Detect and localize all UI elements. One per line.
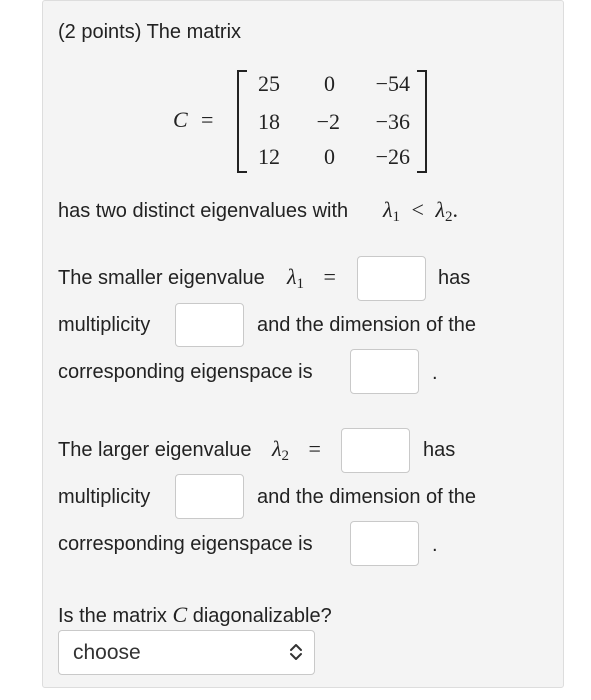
question-header: (2 points) The matrix — [58, 21, 242, 43]
multiplicity-label: multiplicity — [58, 314, 151, 336]
matrix-cell: 12 — [258, 144, 280, 169]
eigenspace-label: corresponding eigenspace is — [58, 533, 313, 555]
distinct-text: has two distinct eigenvalues with — [58, 200, 349, 222]
chevron-up-down-icon — [290, 644, 302, 660]
matrix-cell: −36 — [375, 109, 410, 134]
matrix-cell: −54 — [375, 71, 410, 96]
matrix-cell: 0 — [324, 144, 335, 169]
select-value: choose — [73, 641, 141, 664]
matrix-variable: C — [173, 107, 188, 132]
question-card — [42, 0, 564, 688]
eigenspace-label: corresponding eigenspace is — [58, 361, 313, 383]
matrix-right-bracket — [417, 70, 427, 173]
larger-eigenvalue-label: The larger eigenvalue — [58, 439, 252, 461]
has-text: has — [438, 267, 471, 289]
period: . — [432, 362, 438, 384]
dimension-text: and the dimension of the — [257, 486, 477, 508]
matrix-cell: 0 — [324, 71, 335, 96]
diagonalizable-select[interactable]: choose — [58, 630, 315, 675]
larger-eigenspace-dim-input[interactable] — [350, 521, 419, 566]
matrix-cell: 25 — [258, 71, 280, 96]
smaller-eigenspace-dim-input[interactable] — [350, 349, 419, 394]
larger-lambda: λ2 = — [272, 436, 321, 464]
larger-eigenvalue-input[interactable] — [341, 428, 410, 473]
smaller-eigenvalue-input[interactable] — [357, 256, 426, 301]
smaller-multiplicity-input[interactable] — [175, 303, 244, 347]
dimension-text: and the dimension of the — [257, 314, 477, 336]
matrix-cell: 18 — [258, 109, 280, 134]
matrix-cell: −2 — [316, 109, 340, 134]
matrix-cell: −26 — [375, 144, 410, 169]
period: . — [432, 534, 438, 556]
has-text: has — [423, 439, 456, 461]
matrix-equals: = — [201, 107, 214, 132]
larger-multiplicity-input[interactable] — [175, 474, 244, 519]
diagonalizable-question: Is the matrix C diagonalizable? — [58, 602, 332, 628]
multiplicity-label: multiplicity — [58, 486, 151, 508]
smaller-lambda: λ1 = — [287, 264, 336, 292]
smaller-eigenvalue-label: The smaller eigenvalue — [58, 267, 265, 289]
eigen-inequality: λ1 < λ2. — [383, 197, 458, 225]
